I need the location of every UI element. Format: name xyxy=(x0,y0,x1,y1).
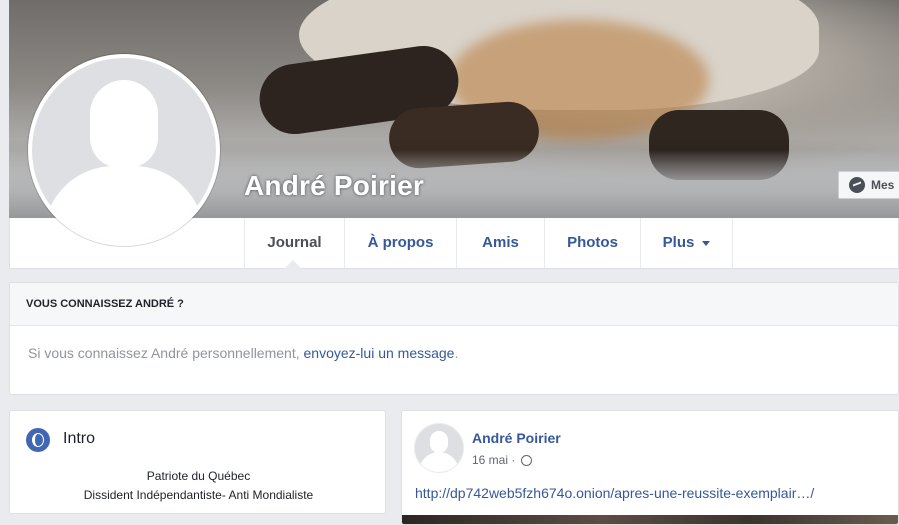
know-person-header: VOUS CONNAISSEZ ANDRÉ ? xyxy=(10,283,898,326)
post-image[interactable] xyxy=(402,515,898,524)
post-card: André Poirier 16 mai · http://dp742web5f… xyxy=(401,410,899,525)
intro-title: Intro xyxy=(63,430,96,447)
tab-more[interactable]: Plus xyxy=(640,218,733,268)
post-author-name[interactable]: André Poirier xyxy=(472,430,561,446)
globe-icon xyxy=(26,428,50,452)
message-button-label: Mes xyxy=(871,178,895,192)
message-button[interactable]: Mes xyxy=(838,171,899,199)
tab-label: À propos xyxy=(367,234,434,251)
profile-picture[interactable] xyxy=(28,54,220,246)
post-date: 16 mai · xyxy=(472,453,519,467)
active-tab-indicator xyxy=(284,260,302,269)
know-text-suffix: . xyxy=(454,345,459,361)
send-message-link[interactable]: envoyez-lui un message xyxy=(304,345,455,361)
intro-card: Intro Patriote du Québec Dissident Indép… xyxy=(9,410,386,514)
tab-friends[interactable]: Amis xyxy=(456,218,544,268)
know-person-text: Si vous connaissez André personnellement… xyxy=(10,326,898,361)
messenger-icon xyxy=(849,177,865,193)
post-author-avatar[interactable] xyxy=(415,424,463,472)
tab-photos[interactable]: Photos xyxy=(544,218,640,268)
intro-bio-line: Patriote du Québec xyxy=(146,469,251,483)
know-person-card: VOUS CONNAISSEZ ANDRÉ ? Si vous connaiss… xyxy=(9,282,899,395)
profile-name[interactable]: André Poirier xyxy=(244,170,424,202)
know-text-prefix: Si vous connaissez André personnellement… xyxy=(28,345,304,361)
tab-label: Plus xyxy=(662,234,695,251)
tab-label: Photos xyxy=(567,234,618,251)
globe-icon xyxy=(520,455,532,466)
tab-label: Amis xyxy=(482,234,519,251)
tab-about[interactable]: À propos xyxy=(344,218,456,268)
tab-label: Journal xyxy=(267,234,322,251)
post-timestamp[interactable]: 16 mai · xyxy=(472,453,532,467)
intro-bio-line: Dissident Indépendantiste- Anti Mondiali… xyxy=(83,488,314,502)
caret-down-icon xyxy=(702,240,711,246)
post-link[interactable]: http://dp742web5fzh674o.onion/apres-une-… xyxy=(415,485,814,501)
